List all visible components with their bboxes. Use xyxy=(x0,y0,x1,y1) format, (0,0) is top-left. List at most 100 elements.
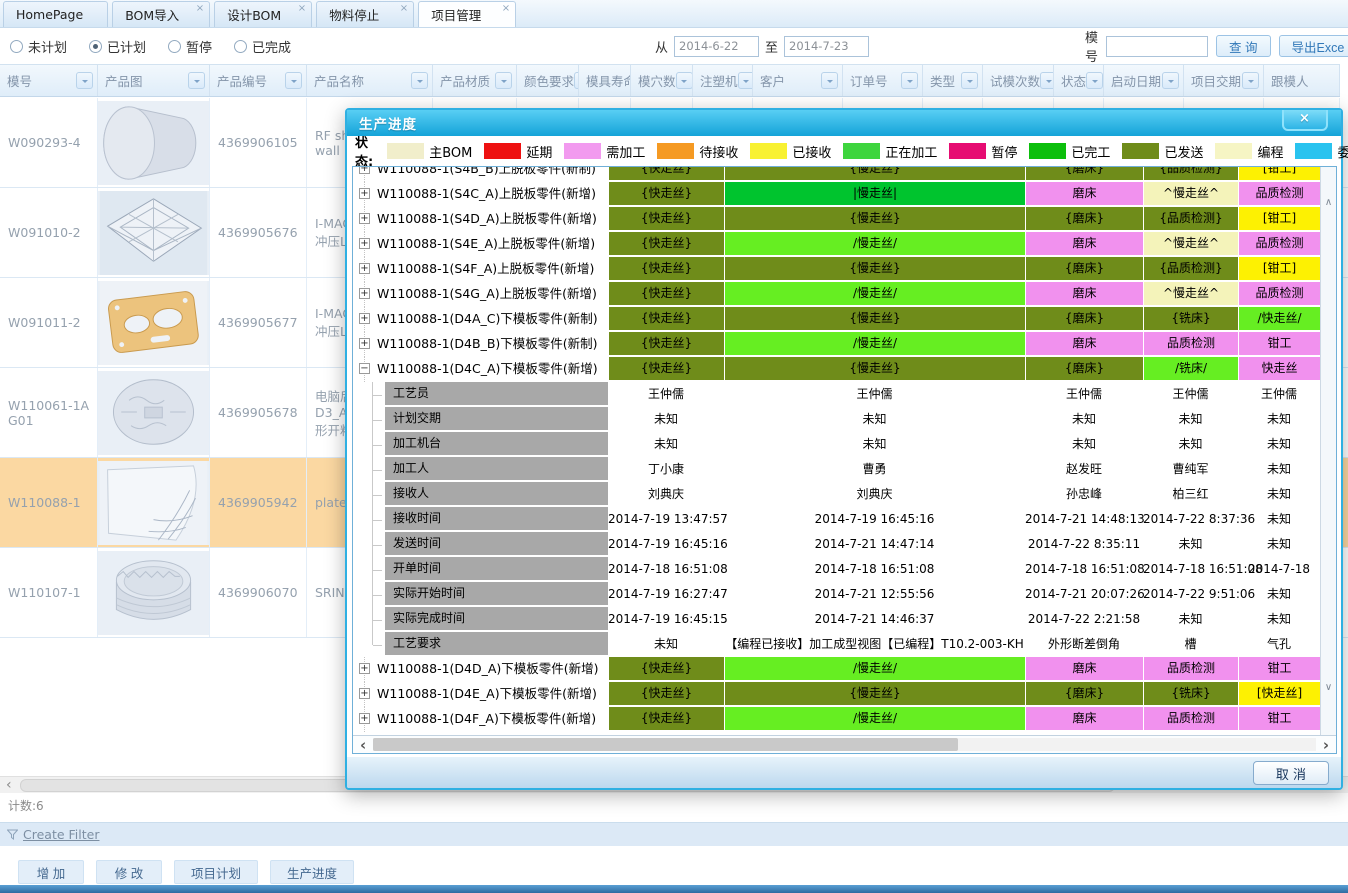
tab-homepage[interactable]: HomePage xyxy=(3,1,108,27)
column-filter-button[interactable] xyxy=(821,72,838,89)
detail-row: 计划交期未知未知未知未知未知 xyxy=(353,407,1320,432)
part-name-cell[interactable]: +W110088-1(S4B_B)上脱板零件(新制) xyxy=(353,167,608,182)
part-name-cell[interactable]: +W110088-1(D4F_A)下模板零件(新增) xyxy=(353,707,608,732)
radio-completed[interactable]: 已完成 xyxy=(234,37,291,56)
part-name-cell[interactable]: +W110088-1(S4D_A)上脱板零件(新增) xyxy=(353,207,608,232)
legend-item: 已完工 xyxy=(1029,142,1110,161)
cancel-button[interactable]: 取 消 xyxy=(1253,761,1329,785)
part-name-cell[interactable]: +W110088-1(D4E_A)下模板零件(新增) xyxy=(353,682,608,707)
legend-label: 状态: xyxy=(355,132,373,170)
part-name-cell[interactable]: +W110088-1(S4F_A)上脱板零件(新增) xyxy=(353,257,608,282)
detail-value-cell: 2014-7-19 16:27:47 xyxy=(608,582,724,607)
scroll-left-icon[interactable]: ‹ xyxy=(0,778,18,792)
mold-input[interactable] xyxy=(1106,36,1208,57)
column-header: 产品材质 xyxy=(433,65,517,96)
radio-paused[interactable]: 暂停 xyxy=(168,37,212,56)
part-name-cell[interactable]: −W110088-1(D4C_A)下模板零件(新增) xyxy=(353,357,608,382)
expand-icon[interactable]: + xyxy=(359,663,370,674)
production-progress-button[interactable]: 生产进度 xyxy=(270,860,354,884)
column-filter-button[interactable] xyxy=(411,72,428,89)
column-header-label: 产品名称 xyxy=(314,71,364,90)
column-filter-button[interactable] xyxy=(901,72,918,89)
tab-material-stop[interactable]: 物料停止× xyxy=(316,1,414,27)
radio-unplanned[interactable]: 未计划 xyxy=(10,37,67,56)
project-plan-button[interactable]: 项目计划 xyxy=(174,860,258,884)
grid-hscroll-thumb[interactable] xyxy=(373,738,957,751)
grid-hscroll-track[interactable] xyxy=(373,738,1316,751)
modify-button[interactable]: 修 改 xyxy=(96,860,162,884)
column-filter-button[interactable] xyxy=(1040,72,1054,89)
expand-icon[interactable]: + xyxy=(359,167,370,174)
expand-icon[interactable]: + xyxy=(359,313,370,324)
part-name-cell[interactable]: +W110088-1(D4B_B)下模板零件(新制) xyxy=(353,332,608,357)
filter-funnel-icon xyxy=(7,829,18,840)
detail-value-cell: 王仲儒 xyxy=(1143,382,1238,407)
column-header: 注塑机 xyxy=(693,65,753,96)
expand-icon[interactable]: − xyxy=(359,363,370,374)
detail-value-cell: 未知 xyxy=(724,432,1025,457)
part-name-cell[interactable]: +W110088-1(S4E_A)上脱板零件(新增) xyxy=(353,232,608,257)
column-filter-button[interactable] xyxy=(961,72,978,89)
date-range: 从 至 xyxy=(655,36,869,57)
scroll-up-icon[interactable]: ∧ xyxy=(1321,197,1336,208)
tab-close-icon[interactable]: × xyxy=(196,4,204,14)
expand-icon[interactable]: + xyxy=(359,713,370,724)
legend-item: 已接收 xyxy=(750,142,831,161)
to-date-input[interactable] xyxy=(784,36,869,57)
expand-icon[interactable]: + xyxy=(359,263,370,274)
part-name-label: W110088-1(S4C_A)上脱板零件(新增) xyxy=(377,186,596,201)
column-filter-button[interactable] xyxy=(676,72,693,89)
column-filter-button[interactable] xyxy=(1162,72,1179,89)
detail-label: 实际完成时间 xyxy=(385,607,608,632)
create-filter-link[interactable]: Create Filter xyxy=(23,827,99,842)
part-name-cell[interactable]: +W110088-1(D4A_C)下模板零件(新制) xyxy=(353,307,608,332)
progress-row: +W110088-1(S4E_A)上脱板零件(新增){快走丝}/慢走丝/磨床^慢… xyxy=(353,232,1320,257)
process-status-cell: {磨床} xyxy=(1025,167,1143,182)
part-name-cell[interactable]: +W110088-1(S4G_A)上脱板零件(新增) xyxy=(353,282,608,307)
process-status-cell: [钳工] xyxy=(1238,167,1320,182)
grid-hscrollbar[interactable]: ‹ › xyxy=(353,735,1336,753)
column-filter-button[interactable] xyxy=(188,72,205,89)
detail-label: 工艺员 xyxy=(385,382,608,407)
tab-project-management[interactable]: 项目管理× xyxy=(418,1,516,27)
grid-scroll-right-icon[interactable]: › xyxy=(1316,738,1336,752)
process-status-cell: {快走丝} xyxy=(608,682,724,707)
column-filter-button[interactable] xyxy=(76,72,93,89)
column-filter-button[interactable] xyxy=(285,72,302,89)
part-name-cell[interactable]: + W110088-1(S4C_A)上脱板零件(新增) xyxy=(353,182,608,207)
process-status-cell: 磨床 xyxy=(1025,282,1143,307)
expand-icon[interactable]: + xyxy=(359,688,370,699)
tab-bar: HomePageBOM导入×设计BOM×物料停止×项目管理× xyxy=(0,0,1348,28)
grid-scroll-left-icon[interactable]: ‹ xyxy=(353,738,373,752)
grid-vscrollbar[interactable]: ∧ ∨ xyxy=(1320,167,1336,735)
tab-close-icon[interactable]: × xyxy=(298,4,306,14)
tab-design-bom[interactable]: 设计BOM× xyxy=(214,1,312,27)
column-filter-button[interactable] xyxy=(1242,72,1259,89)
column-filter-button[interactable] xyxy=(495,72,512,89)
column-filter-button[interactable] xyxy=(738,72,753,89)
tab-close-icon[interactable]: × xyxy=(400,4,408,14)
query-button[interactable]: 查 询 xyxy=(1216,35,1270,57)
expand-icon[interactable]: + xyxy=(359,338,370,349)
legend-color-chip xyxy=(1295,143,1332,159)
detail-value-cell: 王仲儒 xyxy=(1238,382,1320,407)
tree-connector xyxy=(353,582,385,607)
tab-close-icon[interactable]: × xyxy=(502,4,510,14)
add-button[interactable]: 增 加 xyxy=(18,860,84,884)
action-buttons: 增 加修 改项目计划生产进度 xyxy=(18,860,354,884)
expand-icon[interactable]: + xyxy=(359,213,370,224)
expand-icon[interactable]: + xyxy=(359,188,370,199)
detail-label: 工艺要求 xyxy=(385,632,608,657)
column-filter-button[interactable] xyxy=(1086,72,1103,89)
dialog-close-button[interactable]: × xyxy=(1282,110,1328,131)
export-excel-button[interactable]: 导出Exce xyxy=(1279,35,1348,57)
process-status-cell: [快走丝] xyxy=(1238,682,1320,707)
expand-icon[interactable]: + xyxy=(359,238,370,249)
filter-bar: 未计划已计划暂停已完成 从 至 模 号 查 询 导出Exce xyxy=(0,29,1348,63)
part-name-cell[interactable]: +W110088-1(D4D_A)下模板零件(新增) xyxy=(353,657,608,682)
radio-planned[interactable]: 已计划 xyxy=(89,37,146,56)
scroll-down-icon[interactable]: ∨ xyxy=(1321,682,1336,693)
from-date-input[interactable] xyxy=(674,36,759,57)
expand-icon[interactable]: + xyxy=(359,288,370,299)
tab-bom-import[interactable]: BOM导入× xyxy=(112,1,210,27)
